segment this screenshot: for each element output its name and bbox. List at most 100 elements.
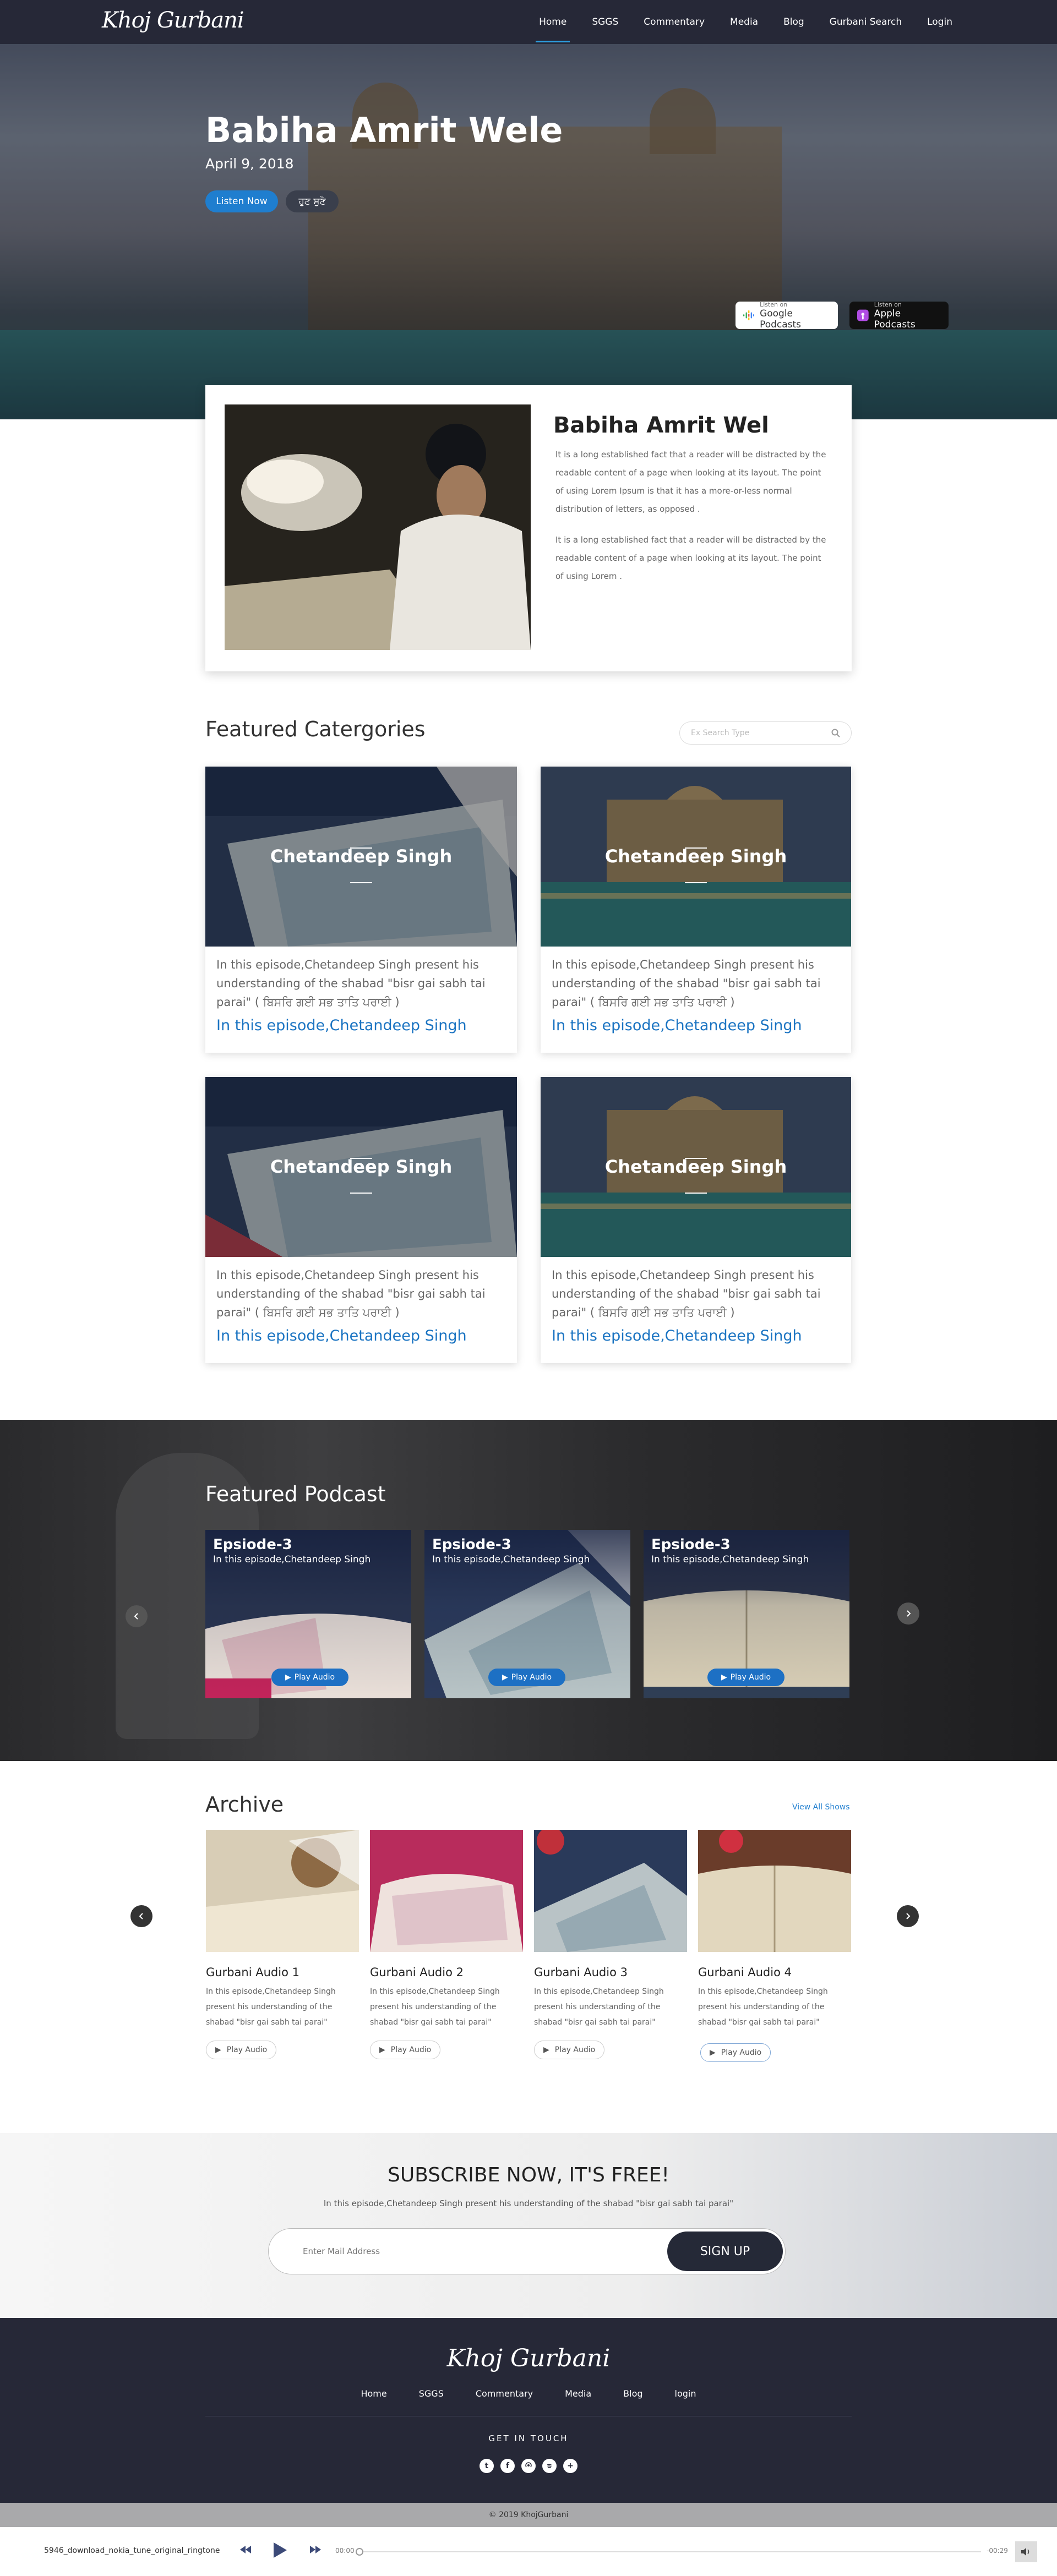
play-audio-button[interactable]: ▶ Play Audio <box>488 1669 565 1686</box>
facebook-icon[interactable]: f <box>500 2459 515 2473</box>
podcast-subtitle: In this episode,Chetandeep Singh <box>213 1554 371 1565</box>
archive-image[interactable] <box>534 1830 687 1952</box>
category-link[interactable]: In this episode,Chetandeep Singh <box>552 1017 802 1034</box>
podcast-card[interactable]: Epsiode-3 In this episode,Chetandeep Sin… <box>424 1530 630 1698</box>
category-card[interactable]: Chetandeep Singh In this episode,Chetand… <box>205 767 517 1053</box>
nav-media[interactable]: Media <box>730 0 758 44</box>
play-audio-button[interactable]: ▶ Play Audio <box>370 2041 441 2059</box>
site-logo[interactable]: Khoj Gurbani <box>102 8 244 33</box>
footer-link-commentary[interactable]: Commentary <box>476 2388 533 2399</box>
archive-image[interactable] <box>206 1830 359 1952</box>
archive-item-title[interactable]: Gurbani Audio 2 <box>370 1966 464 1979</box>
archive-item-title[interactable]: Gurbani Audio 1 <box>206 1966 299 1979</box>
category-name: Chetandeep Singh <box>270 1156 453 1177</box>
category-image: Chetandeep Singh <box>541 1077 851 1257</box>
play-icon: ▶ <box>721 1673 727 1682</box>
play-icon: ▶ <box>710 2048 716 2057</box>
category-card[interactable]: Chetandeep Singh In this episode,Chetand… <box>205 1077 517 1363</box>
play-icon: ▶ <box>543 2046 549 2054</box>
play-audio-label: Play Audio <box>294 1673 335 1682</box>
footer-link-home[interactable]: Home <box>361 2388 386 2399</box>
progress-bar[interactable] <box>359 2551 981 2552</box>
archive-prev-arrow[interactable] <box>130 1905 152 1927</box>
archive-item-text: In this episode,Chetandeep Singh present… <box>534 1987 664 2027</box>
subscribe-title: SUBSCRIBE NOW, IT'S FREE! <box>388 2164 669 2186</box>
category-name: Chetandeep Singh <box>604 846 787 867</box>
hero-overlay <box>0 44 1057 419</box>
spotify-icon[interactable] <box>542 2459 557 2473</box>
nav-home[interactable]: Home <box>536 0 570 44</box>
archive-item-text: In this episode,Chetandeep Singh present… <box>206 1987 336 2027</box>
archive-item-title[interactable]: Gurbani Audio 4 <box>698 1966 792 1979</box>
footer-link-sggs[interactable]: SGGS <box>419 2388 444 2399</box>
email-field[interactable] <box>303 2246 578 2256</box>
badge-main-text: Apple Podcasts <box>874 308 916 330</box>
footer-link-media[interactable]: Media <box>565 2388 591 2399</box>
archive-item-text: In this episode,Chetandeep Singh present… <box>698 1987 828 2027</box>
play-audio-button[interactable]: ▶ Play Audio <box>707 1669 784 1686</box>
search-placeholder: Ex Search Type <box>691 729 750 737</box>
progress-knob[interactable] <box>356 2548 363 2556</box>
plus-icon[interactable]: + <box>563 2459 577 2473</box>
search-box[interactable]: Ex Search Type <box>679 721 852 745</box>
archive-image[interactable] <box>370 1830 523 1952</box>
footer-link-login[interactable]: login <box>675 2388 696 2399</box>
apple-podcasts-icon <box>857 309 869 321</box>
archive-next-arrow[interactable] <box>897 1905 919 1927</box>
category-text: In this episode,Chetandeep Singh present… <box>552 958 821 1009</box>
podcast-episode: Epsiode-3 <box>651 1536 731 1553</box>
badge-main-text: Google Podcasts <box>760 308 802 330</box>
podcast-next-arrow[interactable] <box>897 1603 919 1625</box>
hero-date: April 9, 2018 <box>205 156 294 172</box>
volume-button[interactable] <box>1015 2541 1037 2562</box>
nav-login[interactable]: Login <box>927 0 952 44</box>
podcast-icon[interactable] <box>521 2459 536 2473</box>
category-link[interactable]: In this episode,Chetandeep Singh <box>552 1327 802 1344</box>
play-audio-button[interactable]: ▶ Play Audio <box>206 2041 277 2059</box>
archive-item-title[interactable]: Gurbani Audio 3 <box>534 1966 628 1979</box>
nav-blog[interactable]: Blog <box>783 0 804 44</box>
play-audio-button[interactable]: ▶ Play Audio <box>700 2043 771 2062</box>
podcast-card[interactable]: Epsiode-3 In this episode,Chetandeep Sin… <box>644 1530 849 1698</box>
play-audio-label: Play Audio <box>730 1673 771 1682</box>
footer-link-blog[interactable]: Blog <box>623 2388 642 2399</box>
podcast-subtitle: In this episode,Chetandeep Singh <box>432 1554 590 1565</box>
nav-commentary[interactable]: Commentary <box>644 0 705 44</box>
nav-gurbani-search[interactable]: Gurbani Search <box>830 0 902 44</box>
footer-logo[interactable]: Khoj Gurbani <box>0 2344 1057 2372</box>
category-name: Chetandeep Singh <box>604 1156 787 1177</box>
play-button[interactable] <box>274 2542 287 2558</box>
category-link[interactable]: In this episode,Chetandeep Singh <box>216 1327 467 1344</box>
listen-punjabi-button[interactable]: ਹੁਣ ਸੁਣੋ <box>286 190 339 212</box>
rewind-button[interactable] <box>240 2546 251 2553</box>
podcast-prev-arrow[interactable] <box>126 1605 148 1627</box>
nav-sggs[interactable]: SGGS <box>592 0 618 44</box>
category-image: Chetandeep Singh <box>541 767 851 947</box>
hero-title: Babiha Amrit Wele <box>205 110 563 150</box>
podcast-card[interactable]: Epsiode-3 In this episode,Chetandeep Sin… <box>205 1530 411 1698</box>
view-all-shows-link[interactable]: View All Shows <box>792 1803 850 1812</box>
archive-image[interactable] <box>698 1830 851 1952</box>
play-audio-button[interactable]: ▶ Play Audio <box>271 1669 348 1686</box>
chevron-left-icon <box>139 1913 143 1919</box>
listen-now-button[interactable]: Listen Now <box>205 190 278 212</box>
twitter-icon[interactable]: t <box>480 2459 494 2473</box>
play-audio-label: Play Audio <box>226 2046 268 2054</box>
category-card[interactable]: Chetandeep Singh In this episode,Chetand… <box>541 767 851 1053</box>
apple-podcasts-badge[interactable]: Listen on Apple Podcasts <box>849 301 949 330</box>
subscribe-text: In this episode,Chetandeep Singh present… <box>323 2198 734 2208</box>
fast-forward-icon <box>310 2546 321 2553</box>
track-name: 5946_download_nokia_tune_original_ringto… <box>44 2546 220 2555</box>
play-icon: ▶ <box>502 1673 508 1682</box>
fast-forward-button[interactable] <box>310 2546 321 2553</box>
footer-links: Home SGGS Commentary Media Blog login <box>0 2388 1057 2399</box>
social-icons: t f + <box>0 2459 1057 2473</box>
search-icon[interactable] <box>831 729 840 737</box>
google-podcasts-badge[interactable]: Listen on Google Podcasts <box>735 301 838 330</box>
featured-podcast-title: Featured Podcast <box>205 1482 386 1506</box>
category-card[interactable]: Chetandeep Singh In this episode,Chetand… <box>541 1077 851 1363</box>
duration: -00:29 <box>987 2547 1008 2555</box>
play-audio-button[interactable]: ▶ Play Audio <box>534 2041 605 2059</box>
category-link[interactable]: In this episode,Chetandeep Singh <box>216 1017 467 1034</box>
sign-up-button[interactable]: SIGN UP <box>667 2232 783 2271</box>
